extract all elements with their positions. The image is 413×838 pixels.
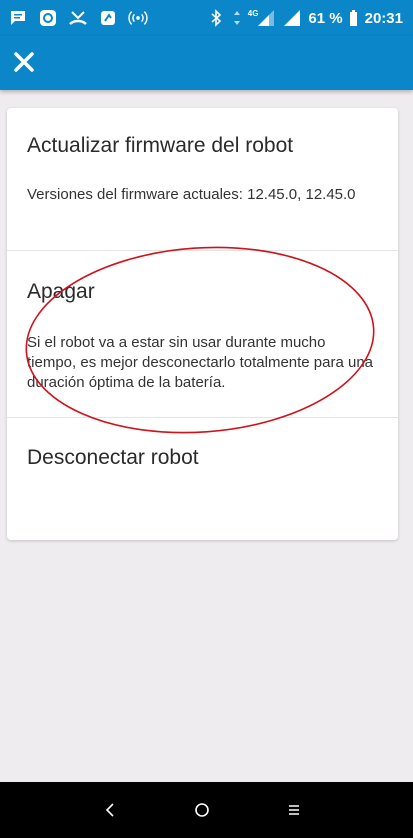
navigation-bar xyxy=(0,782,413,838)
battery-percent: 61 % xyxy=(308,9,343,27)
shutdown-title: Apagar xyxy=(27,280,95,303)
notification-icons xyxy=(8,8,148,28)
robot-settings-card: Actualizar firmware del robot Versiones … xyxy=(7,108,398,540)
shutdown-description: Si el robot va a estar sin usar durante … xyxy=(27,334,374,391)
status-bar: 4G 61 % 20:31 xyxy=(0,0,413,36)
clock: 20:31 xyxy=(364,9,403,27)
app-bar xyxy=(0,36,413,90)
bluetooth-icon xyxy=(206,8,226,28)
missed-call-icon xyxy=(68,8,88,28)
app-icon xyxy=(98,8,118,28)
update-firmware-item[interactable]: Actualizar firmware del robot Versiones … xyxy=(7,132,398,250)
recents-button[interactable] xyxy=(280,796,308,824)
network-type: 4G xyxy=(247,8,259,18)
hotspot-icon xyxy=(128,8,148,28)
message-icon xyxy=(8,8,28,28)
shutdown-item[interactable]: Apagar Si el robot va a estar sin usar d… xyxy=(7,278,398,418)
signal-icon xyxy=(256,8,276,28)
battery-icon xyxy=(349,8,359,28)
divider xyxy=(7,417,398,418)
close-button[interactable] xyxy=(10,48,38,76)
back-button[interactable] xyxy=(96,796,124,824)
recents-icon xyxy=(289,805,299,815)
update-firmware-title: Actualizar firmware del robot xyxy=(27,134,294,157)
data-arrows-icon xyxy=(232,8,242,28)
home-icon xyxy=(195,803,209,817)
disconnect-robot-title: Desconectar robot xyxy=(27,446,199,469)
home-button[interactable] xyxy=(188,796,216,824)
back-icon xyxy=(105,803,114,817)
divider xyxy=(7,250,398,251)
firmware-versions-text: Versiones del firmware actuales: 12.45.0… xyxy=(27,186,356,203)
disconnect-robot-item[interactable]: Desconectar robot xyxy=(7,444,398,484)
signal-icon xyxy=(282,8,302,28)
system-status: 4G 61 % 20:31 xyxy=(206,8,403,28)
app-icon xyxy=(38,8,58,28)
close-icon xyxy=(14,52,34,72)
